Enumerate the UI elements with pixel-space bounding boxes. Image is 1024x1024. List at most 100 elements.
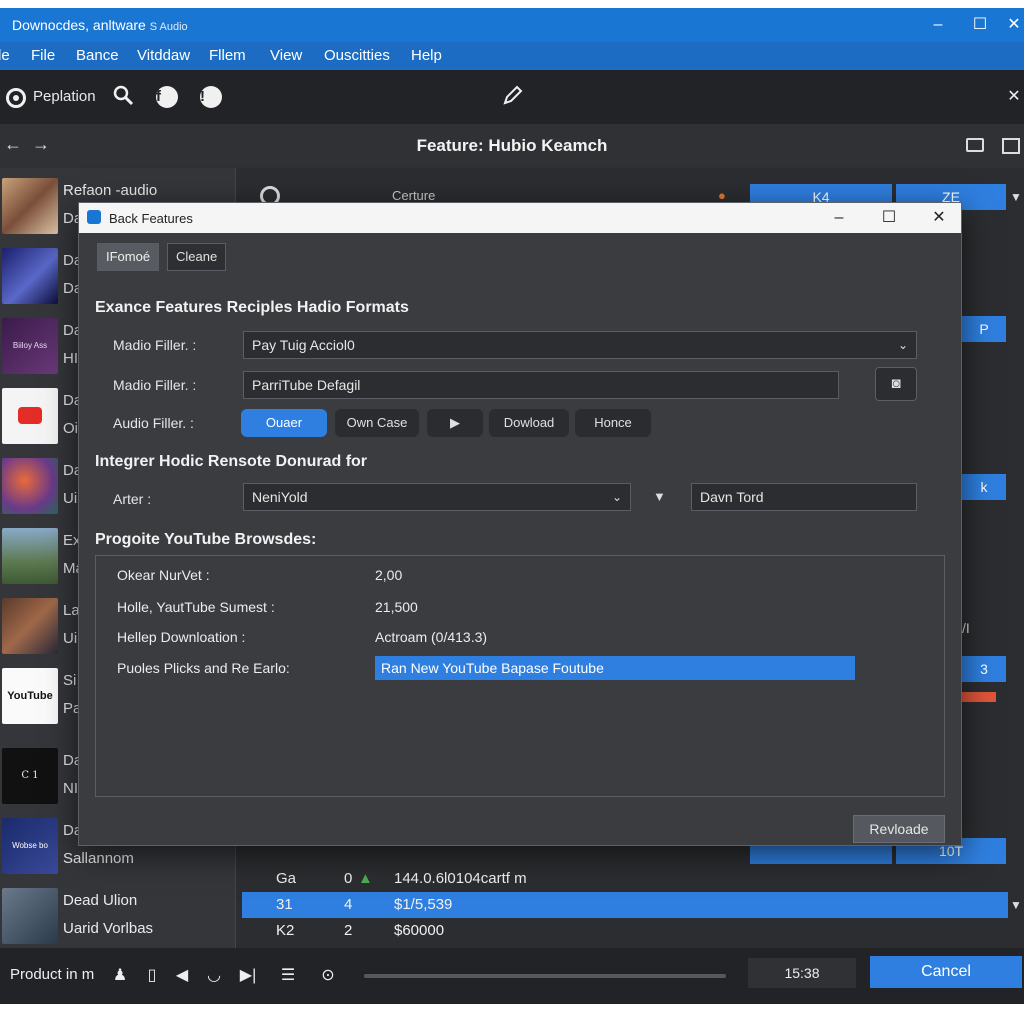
up-arrow-icon: ▲	[358, 870, 373, 887]
info-value-highlighted[interactable]: Ran New YouTube Bapase Foutube	[375, 656, 855, 680]
reload-button[interactable]: Revloade	[853, 815, 945, 843]
format-select[interactable]: Pay Tuig Acciol0 ⌄	[243, 331, 917, 359]
dropdown-arrow-icon[interactable]: ▼	[653, 489, 666, 504]
page-title: Feature: Hubio Keamch	[416, 136, 608, 155]
chevron-down-icon: ⌄	[897, 338, 908, 352]
table-row-selected[interactable]: 31 4 $1/5,539	[242, 892, 1008, 918]
dialog-minimize-button[interactable]: –	[819, 205, 859, 231]
skip-icon[interactable]: ▶|	[236, 964, 260, 988]
ouaer-button[interactable]: Ouaer	[241, 409, 327, 437]
status-text: Product in m	[10, 966, 95, 983]
info-key: Hellep Downloation :	[117, 629, 246, 645]
dialog-title-bar: Back Features – ☐ ✕	[79, 203, 961, 233]
screens-icon[interactable]	[1002, 138, 1020, 154]
list-icon[interactable]: ☰	[276, 964, 300, 988]
seek-bar[interactable]	[364, 974, 726, 978]
column-label: Certure	[392, 188, 436, 203]
edit-icon[interactable]	[500, 84, 526, 110]
title-bar: Downocdes, anltware S Audio – ☐ ✕	[0, 8, 1024, 42]
dialog-title: Back Features	[109, 211, 193, 226]
menu-item-le[interactable]: le	[0, 47, 10, 64]
sidebar-item-subtitle: Ui	[63, 490, 78, 507]
side-button-k[interactable]: k	[962, 474, 1006, 500]
window-icon[interactable]	[966, 138, 984, 152]
menu-item-bance[interactable]: Bance	[76, 47, 119, 64]
tab-cleane[interactable]: Cleane	[167, 243, 227, 271]
table-cell: Ga	[276, 870, 297, 887]
tab-fomoe[interactable]: IFomoé	[97, 243, 160, 271]
facebook-icon[interactable]: f	[156, 86, 178, 108]
format-select-value: Pay Tuig Acciol0	[252, 337, 355, 353]
sidebar-item-subtitle: HI	[63, 350, 78, 367]
sidebar-item-title: Dead Ulion	[63, 892, 138, 909]
sidebar-item-title: Refaon ‑audio	[63, 182, 158, 199]
field-label: Audio Filler. :	[113, 415, 194, 431]
headphones-icon[interactable]: ◡	[202, 964, 226, 988]
menu-item-ouscitties[interactable]: Ouscitties	[324, 47, 390, 64]
menu-bar: le File Bance Vitddaw Fllem View Ouscitt…	[0, 42, 1024, 70]
menu-item-help[interactable]: Help	[411, 47, 442, 64]
side-text: /I	[962, 620, 970, 636]
thumbnail: C 1 CONIC	[2, 748, 58, 804]
sidebar-item-subtitle: Uarid Vorlbas	[63, 920, 154, 937]
source-input[interactable]: ParriTube Defagil	[243, 371, 839, 399]
dialog-maximize-button[interactable]: ☐	[869, 205, 909, 231]
source-input-value: ParriTube Defagil	[252, 377, 361, 393]
thumbnail	[2, 178, 58, 234]
alert-icon[interactable]: !	[200, 86, 222, 108]
row-dropdown-icon[interactable]: ▼	[1010, 898, 1022, 912]
youtube-icon	[18, 407, 42, 424]
side-button-3[interactable]: 3	[962, 656, 1006, 682]
section-heading: Integrer Hodic Rensote Donurad for	[95, 453, 368, 470]
table-cell: $60000	[394, 922, 445, 939]
bottle-icon[interactable]: ▯	[140, 964, 164, 988]
table-row[interactable]: Ga 0 ▲ 144.0.6l0104cartf m	[242, 866, 1008, 892]
record-icon[interactable]	[6, 88, 26, 108]
info-value: 2,00	[375, 567, 403, 583]
thumbnail: Biiloy Ass	[2, 318, 58, 374]
thumbnail	[2, 888, 58, 944]
search-icon[interactable]	[110, 84, 136, 110]
color-dot-icon: ●	[718, 188, 726, 203]
thumbnail	[2, 388, 58, 444]
menu-item-view[interactable]: View	[270, 47, 302, 64]
download-button[interactable]: Dowload	[489, 409, 569, 437]
sidebar-item[interactable]: Dead Ulion Uarid Vorlbas	[0, 882, 236, 952]
play-icon[interactable]: ▶	[427, 409, 483, 437]
own-case-button[interactable]: Own Case	[335, 409, 419, 437]
table-cell: K2	[276, 922, 295, 939]
sidebar-item-subtitle: NI	[63, 780, 78, 797]
close-button[interactable]: ✕	[994, 12, 1024, 38]
table-row[interactable]: K2 2 $60000	[242, 918, 1008, 944]
honce-button[interactable]: Honce	[575, 409, 651, 437]
dialog-close-button[interactable]: ✕	[919, 205, 959, 231]
cancel-button[interactable]: Cancel	[870, 956, 1022, 988]
toolbar: Peplation f ! ✕	[0, 70, 1024, 124]
info-key: Holle, YautTube Sumest :	[117, 599, 275, 615]
menu-item-fllem[interactable]: Fllem	[209, 47, 246, 64]
settings-icon[interactable]: ⊙	[316, 964, 340, 988]
thumbnail: YouTube	[2, 668, 58, 724]
sidebar-item-subtitle: Sallannom	[63, 850, 134, 867]
thumbnail	[2, 598, 58, 654]
camera-icon[interactable]: ◙	[875, 367, 917, 401]
time-display: 15:38	[748, 958, 856, 988]
volume-icon[interactable]: ◀	[170, 964, 194, 988]
dialog: Back Features – ☐ ✕ IFomoé Cleane Exance…	[78, 202, 962, 846]
window-title-suffix: S Audio	[149, 21, 188, 33]
toolbar-close-icon[interactable]: ✕	[1004, 84, 1024, 110]
status-bar: Product in m ♟ ▯ ◀ ◡ ▶| ☰ ⊙ 15:38 Cancel	[0, 948, 1024, 1004]
page-header: ← → Feature: Hubio Keamch	[0, 124, 1024, 168]
thumbnail	[2, 528, 58, 584]
menu-item-vitddaw[interactable]: Vitddaw	[137, 47, 190, 64]
arter-select[interactable]: NeniYold ⌄	[243, 483, 631, 511]
menu-item-file[interactable]: File	[31, 47, 55, 64]
minimize-button[interactable]: –	[918, 12, 958, 38]
section-heading: Exance Features Reciples Hadio Formats	[95, 299, 409, 316]
thumbnail: Wobse bo	[2, 818, 58, 874]
target-input[interactable]: Davn Tord	[691, 483, 917, 511]
sidebar-item-subtitle: Oi	[63, 420, 78, 437]
person-icon[interactable]: ♟	[108, 964, 132, 988]
side-button-p[interactable]: P	[962, 316, 1006, 342]
dropdown-icon[interactable]: ▼	[1010, 190, 1022, 204]
